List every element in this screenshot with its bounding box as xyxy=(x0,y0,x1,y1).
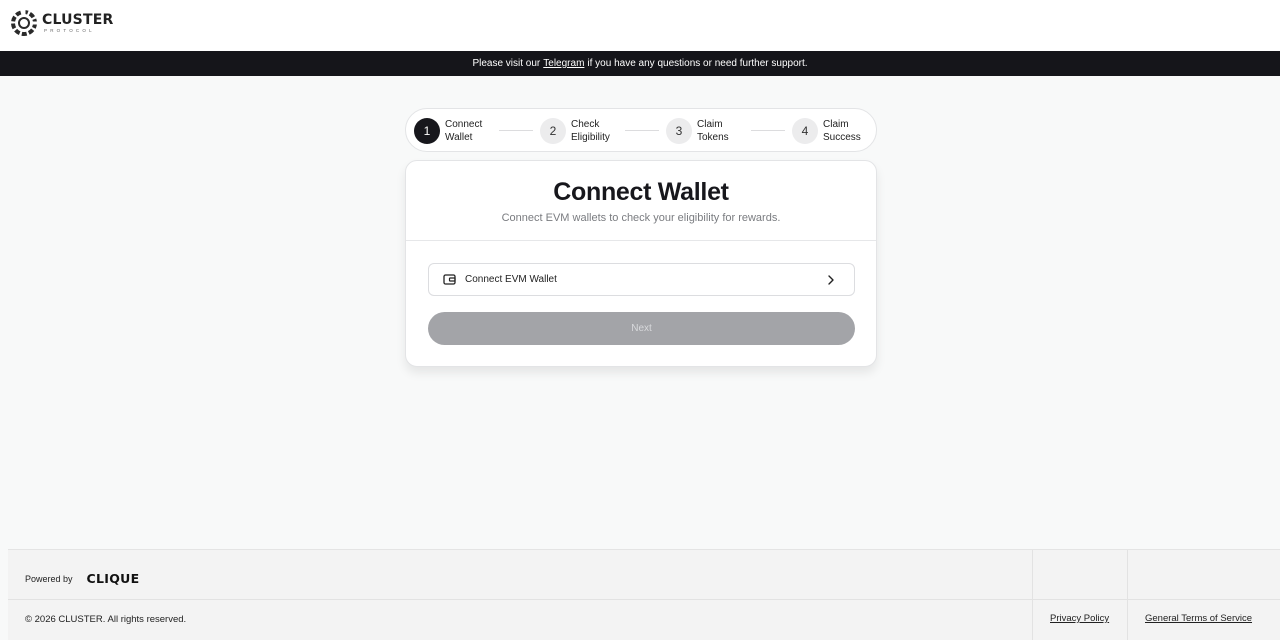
chevron-right-icon xyxy=(826,274,836,286)
step-claim-tokens: 3 Claim Tokens xyxy=(666,117,755,145)
telegram-link[interactable]: Telegram xyxy=(543,58,584,69)
logo-name: CLUSTER xyxy=(42,11,114,28)
banner-suffix: if you have any questions or need furthe… xyxy=(587,58,808,69)
step-label-line: Success xyxy=(823,132,861,143)
card-subtitle: Connect EVM wallets to check your eligib… xyxy=(501,212,781,224)
card-title: Connect Wallet xyxy=(553,178,729,206)
step-label-line: Claim xyxy=(697,119,723,130)
step-label-line: Wallet xyxy=(445,132,473,143)
step-label-line: Eligibility xyxy=(571,132,610,143)
cluster-logo[interactable]: CLUSTER PROTOCOL xyxy=(10,9,113,37)
step-number: 3 xyxy=(666,118,692,144)
step-number: 2 xyxy=(540,118,566,144)
step-connector xyxy=(625,130,659,131)
footer-column-divider xyxy=(1032,550,1033,640)
footer-row-divider xyxy=(8,599,1280,600)
step-number: 4 xyxy=(792,118,818,144)
next-button[interactable]: Next xyxy=(428,312,855,345)
copyright-text: © 2026 CLUSTER. All rights reserved. xyxy=(25,614,187,625)
step-check-eligibility: 2 Check Eligibility xyxy=(540,117,629,145)
support-banner: Please visit our Telegram if you have an… xyxy=(0,51,1280,76)
step-number: 1 xyxy=(414,118,440,144)
clique-logo[interactable]: CLIQUE xyxy=(87,571,140,586)
cluster-logo-icon xyxy=(11,10,37,36)
step-label-line: Connect xyxy=(445,119,483,130)
progress-stepper: 1 Connect Wallet 2 Check Eligibility 3 C… xyxy=(405,108,877,152)
terms-of-service-link[interactable]: General Terms of Service xyxy=(1145,613,1252,624)
step-claim-success: 4 Claim Success xyxy=(792,117,881,145)
site-header: CLUSTER PROTOCOL xyxy=(0,0,1280,51)
step-connector xyxy=(751,130,785,131)
banner-prefix: Please visit our xyxy=(472,58,541,69)
step-label-line: Claim xyxy=(823,119,849,130)
step-label: Connect Wallet xyxy=(445,118,503,144)
step-connect-wallet: 1 Connect Wallet xyxy=(414,117,503,145)
connect-wallet-card: Connect Wallet Connect EVM wallets to ch… xyxy=(405,160,877,367)
privacy-policy-link[interactable]: Privacy Policy xyxy=(1050,613,1109,624)
step-label: Claim Success xyxy=(823,118,881,144)
connect-evm-wallet-button[interactable]: Connect EVM Wallet xyxy=(428,263,855,296)
wallet-icon xyxy=(443,273,456,286)
step-connector xyxy=(499,130,533,131)
step-label: Check Eligibility xyxy=(571,118,629,144)
logo-subtitle: PROTOCOL xyxy=(44,27,95,33)
card-divider xyxy=(406,240,876,241)
wallet-button-label: Connect EVM Wallet xyxy=(465,274,557,285)
powered-by: Powered by CLIQUE xyxy=(25,571,139,586)
step-label-line: Check xyxy=(571,119,600,130)
step-label: Claim Tokens xyxy=(697,118,755,144)
powered-by-label: Powered by xyxy=(25,573,73,584)
step-label-line: Tokens xyxy=(697,132,729,143)
site-footer: Powered by CLIQUE © 2026 CLUSTER. All ri… xyxy=(8,549,1280,640)
footer-column-divider xyxy=(1127,550,1128,640)
